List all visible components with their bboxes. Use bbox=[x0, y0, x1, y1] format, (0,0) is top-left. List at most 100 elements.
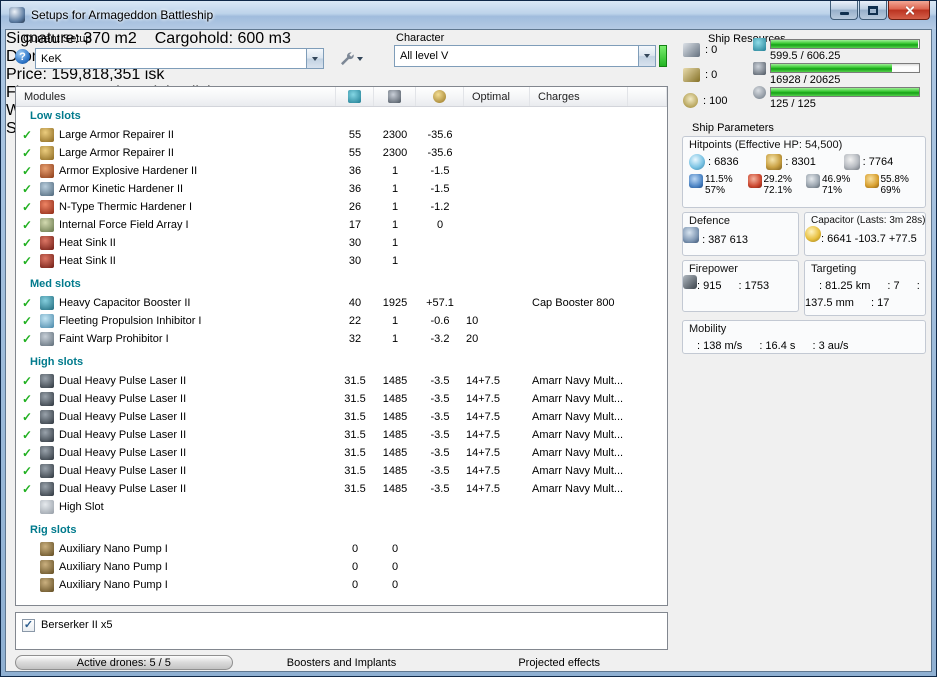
titlebar[interactable]: Setups for Armageddon Battleship bbox=[1, 1, 936, 29]
close-button[interactable] bbox=[888, 1, 930, 20]
module-row[interactable]: ✓ Heavy Capacitor Booster II 40 1925 +57.1 Ca… bbox=[16, 294, 667, 312]
module-icon-cell bbox=[38, 560, 56, 574]
boosters-implants-header[interactable]: Boosters and Implants bbox=[233, 657, 451, 669]
projected-effects-header[interactable]: Projected effects bbox=[450, 657, 668, 669]
module-cpu: 31.5 bbox=[344, 465, 366, 477]
slot-section-header: Med slots bbox=[30, 278, 81, 290]
module-icon-cell bbox=[38, 446, 56, 460]
dronebay-value: 125 / 125 bbox=[770, 98, 816, 110]
module-row[interactable]: ✓ Internal Force Field Array I 17 1 0 bbox=[16, 216, 667, 234]
character-combobox[interactable]: All level V bbox=[394, 45, 656, 67]
module-powergrid: 1485 bbox=[382, 411, 408, 423]
rig-icon bbox=[40, 560, 54, 574]
column-header-cpu[interactable] bbox=[336, 87, 374, 106]
module-row[interactable]: ✓ Dual Heavy Pulse Laser II 31.5 1485 -3.5 14… bbox=[16, 480, 667, 498]
module-icon-cell bbox=[38, 428, 56, 442]
module-row[interactable]: ✓ Dual Heavy Pulse Laser II 31.5 1485 -3.5 14… bbox=[16, 426, 667, 444]
module-row[interactable]: ✓ Fleeting Propulsion Inhibitor I 22 1 -0.6 1… bbox=[16, 312, 667, 330]
help-icon[interactable]: ? bbox=[15, 49, 30, 64]
character-dropdown-button[interactable] bbox=[638, 46, 655, 66]
drone-checkbox[interactable]: ✓ bbox=[22, 618, 35, 632]
module-charges: Amarr Navy Mult... bbox=[532, 447, 624, 459]
minimize-button[interactable] bbox=[830, 1, 858, 20]
powergrid-icon bbox=[388, 90, 401, 103]
module-name: Fleeting Propulsion Inhibitor I bbox=[59, 315, 202, 327]
module-row[interactable]: ✓ Large Armor Repairer II 55 2300 -35.6 bbox=[16, 144, 667, 162]
module-active-check-icon: ✓ bbox=[21, 374, 33, 388]
module-cap: -3.5 bbox=[430, 465, 450, 477]
module-row[interactable]: Auxiliary Nano Pump I 0 0 bbox=[16, 576, 667, 594]
module-name: Faint Warp Prohibitor I bbox=[59, 333, 169, 345]
module-cpu: 0 bbox=[351, 561, 359, 573]
capacitor-icon bbox=[433, 90, 446, 103]
setup-dropdown-button[interactable] bbox=[306, 49, 323, 68]
current-setup-label: Current Setup bbox=[23, 33, 92, 45]
column-header-charges[interactable]: Charges bbox=[530, 87, 628, 106]
warp-speed: : 3 au/s bbox=[812, 340, 849, 352]
module-row[interactable]: ✓ Heat Sink II 30 1 bbox=[16, 234, 667, 252]
chevron-down-icon bbox=[356, 56, 363, 61]
heat-sink-icon bbox=[40, 236, 54, 250]
column-header-powergrid[interactable] bbox=[374, 87, 416, 106]
module-row[interactable]: Auxiliary Nano Pump I 0 0 bbox=[16, 558, 667, 576]
setup-tools-button[interactable] bbox=[331, 48, 369, 69]
kinetic-resist-icon bbox=[806, 174, 820, 188]
module-cpu: 55 bbox=[348, 147, 362, 159]
module-cpu: 55 bbox=[348, 129, 362, 141]
setup-combobox[interactable]: KeK bbox=[35, 48, 324, 69]
module-row[interactable]: ✓ Dual Heavy Pulse Laser II 31.5 1485 -3.5 14… bbox=[16, 372, 667, 390]
capacitor-title: Capacitor (Lasts: 3m 28s) bbox=[811, 215, 925, 226]
column-header-capacitor[interactable] bbox=[416, 87, 464, 106]
module-cpu: 36 bbox=[348, 183, 362, 195]
cpu-value: 599.5 / 606.25 bbox=[770, 50, 841, 62]
rig-icon bbox=[40, 578, 54, 592]
module-powergrid: 0 bbox=[391, 543, 399, 555]
module-cpu: 26 bbox=[348, 201, 362, 213]
drone-item[interactable]: ✓ Berserker II x5 bbox=[22, 617, 661, 633]
module-row[interactable]: ✓ Large Armor Repairer II 55 2300 -35.6 bbox=[16, 126, 667, 144]
module-row[interactable]: ✓ Armor Explosive Hardener II 36 1 -1.5 bbox=[16, 162, 667, 180]
targeting-box: Targeting : 81.25 km : 7 : 137.5 mm : 17 bbox=[804, 260, 926, 316]
mobility-box: Mobility : 138 m/s : 16.4 s : 3 au/s bbox=[682, 320, 926, 354]
module-row[interactable]: ✓ Dual Heavy Pulse Laser II 31.5 1485 -3.5 14… bbox=[16, 444, 667, 462]
module-name: Dual Heavy Pulse Laser II bbox=[59, 375, 187, 387]
module-row[interactable]: ✓ Heat Sink II 30 1 bbox=[16, 252, 667, 270]
column-header-modules[interactable]: Modules bbox=[16, 87, 336, 106]
force-field-array-icon bbox=[40, 218, 54, 232]
module-row[interactable]: ✓ Dual Heavy Pulse Laser II 31.5 1485 -3.5 14… bbox=[16, 408, 667, 426]
module-row[interactable]: ✓ Faint Warp Prohibitor I 32 1 -3.2 20 bbox=[16, 330, 667, 348]
module-row[interactable]: ✓ Dual Heavy Pulse Laser II 31.5 1485 -3.5 14… bbox=[16, 390, 667, 408]
module-cap: 0 bbox=[436, 219, 444, 231]
module-row[interactable]: ✓ Dual Heavy Pulse Laser II 31.5 1485 -3.5 14… bbox=[16, 462, 667, 480]
module-name: Auxiliary Nano Pump I bbox=[59, 579, 168, 591]
module-cpu: 17 bbox=[348, 219, 362, 231]
pulse-laser-icon bbox=[40, 374, 54, 388]
maximize-button[interactable] bbox=[859, 1, 887, 20]
thermal-resist-shield: 29.2% bbox=[763, 174, 792, 185]
capacitor-amount: : 6641 bbox=[821, 233, 852, 245]
module-icon-cell bbox=[38, 236, 56, 250]
module-row[interactable]: ✓ Armor Kinetic Hardener II 36 1 -1.5 bbox=[16, 180, 667, 198]
scan-resolution-icon bbox=[903, 275, 917, 289]
module-charges: Amarr Navy Mult... bbox=[532, 375, 624, 387]
module-icon-cell bbox=[38, 254, 56, 268]
module-row[interactable]: ✓ N-Type Thermic Hardener I 26 1 -1.2 bbox=[16, 198, 667, 216]
module-name: Internal Force Field Array I bbox=[59, 219, 189, 231]
slot-section-header: High slots bbox=[30, 356, 84, 368]
ship-parameters-title: Ship Parameters bbox=[692, 122, 774, 134]
structure-hp: : 7764 bbox=[862, 156, 894, 168]
character-value: All level V bbox=[400, 50, 449, 62]
active-drones-header[interactable]: Active drones: 5 / 5 bbox=[15, 655, 233, 670]
module-row[interactable]: Auxiliary Nano Pump I 0 0 bbox=[16, 540, 667, 558]
module-row[interactable]: High Slot bbox=[16, 498, 667, 516]
column-header-optimal[interactable]: Optimal bbox=[464, 87, 530, 106]
armor-hp: : 8301 bbox=[785, 156, 816, 168]
em-resist-shield: 11.5% bbox=[705, 174, 733, 185]
module-name: High Slot bbox=[59, 501, 104, 513]
resists-row: 11.5% 57% 29.2% 72.1% 46.9% 71% 55.8% 69% bbox=[683, 170, 925, 196]
module-icon-cell bbox=[38, 578, 56, 592]
chevron-down-icon bbox=[644, 54, 650, 58]
client-area: Current Setup ? KeK Character All level … bbox=[5, 29, 932, 672]
module-optimal: 14+7.5 bbox=[466, 483, 500, 495]
slot-section-header: Rig slots bbox=[30, 524, 77, 536]
